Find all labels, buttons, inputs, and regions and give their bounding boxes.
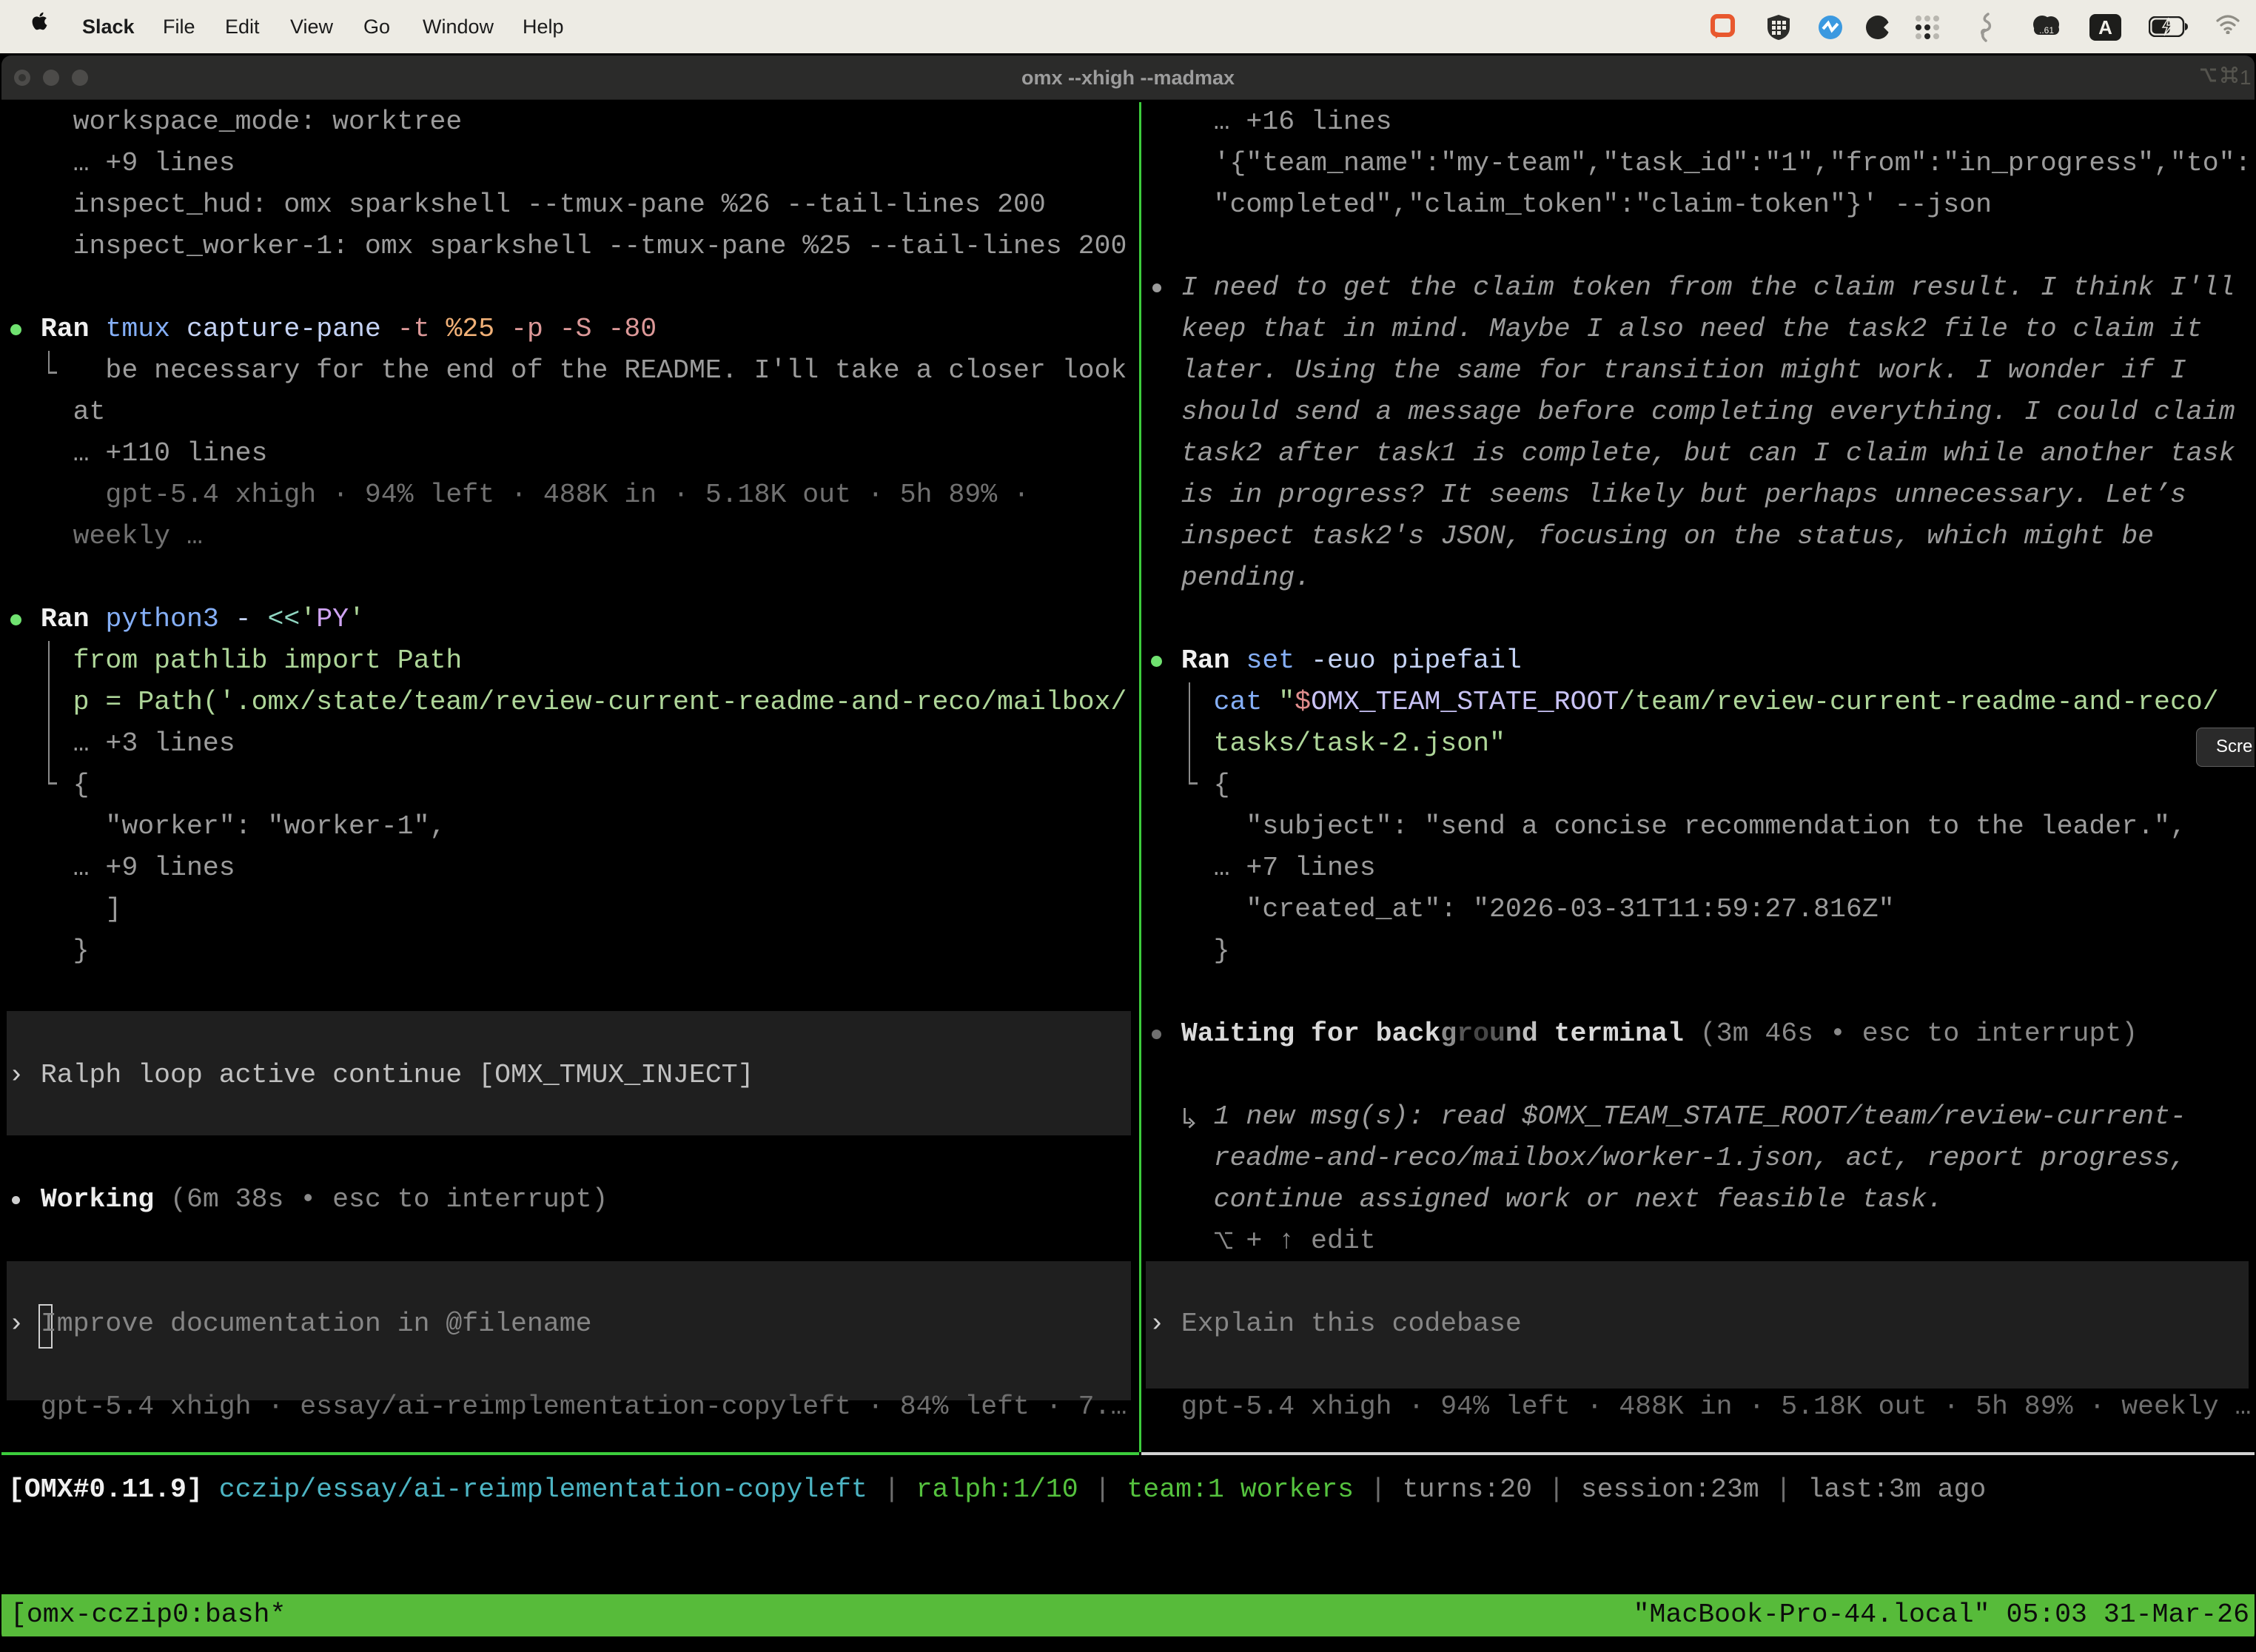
svg-text:A: A (2098, 16, 2112, 38)
svg-text:..61: ..61 (2039, 25, 2054, 36)
